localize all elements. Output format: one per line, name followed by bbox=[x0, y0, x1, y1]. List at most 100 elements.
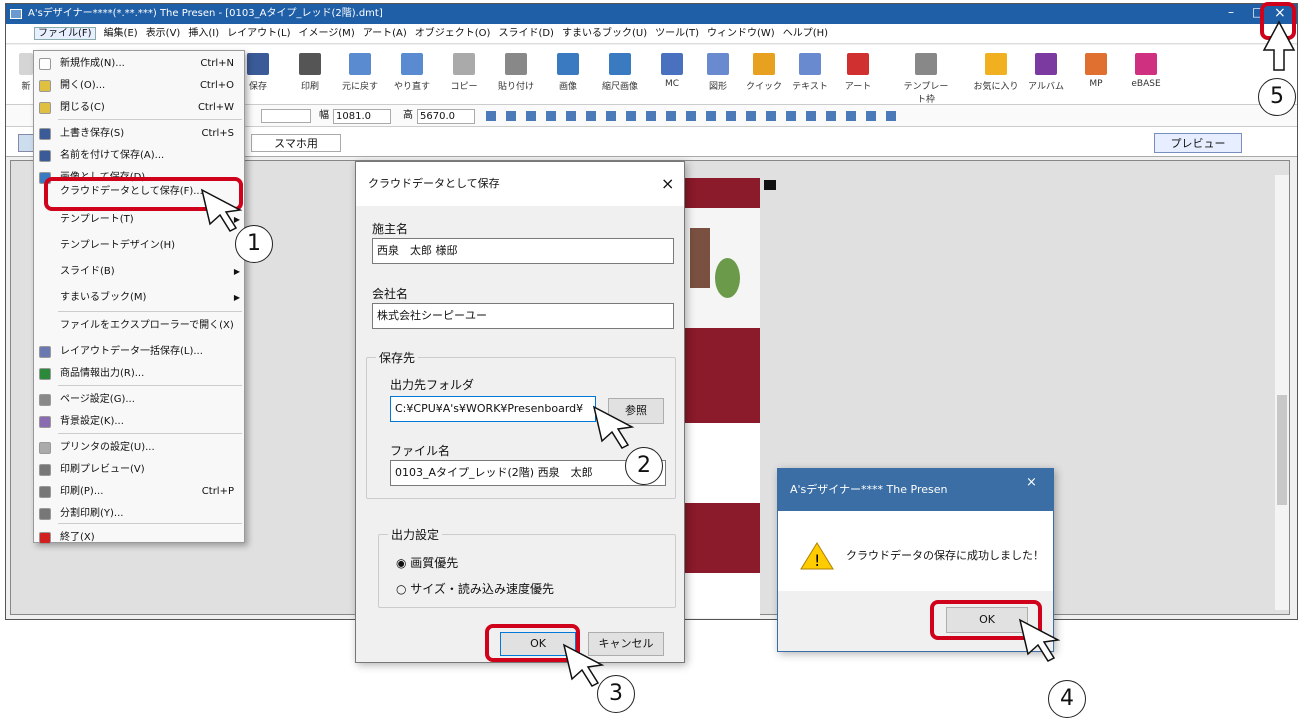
step-2-badge: 2 bbox=[625, 447, 663, 485]
toolbar-button-1[interactable]: 印刷 bbox=[286, 53, 334, 92]
menu-item-11[interactable]: ウィンドウ(W) bbox=[707, 28, 775, 39]
file-menu-shortcut-18: Ctrl+P bbox=[201, 486, 234, 497]
file-menu-label-20: 終了(X) bbox=[60, 532, 95, 543]
toolbar-icon-4 bbox=[453, 53, 475, 75]
toolbar-button-13[interactable]: テンプレート枠 bbox=[902, 53, 950, 105]
toolbar-icon-12 bbox=[847, 53, 869, 75]
detail-image bbox=[685, 573, 760, 618]
menu-item-5[interactable]: イメージ(M) bbox=[298, 28, 354, 39]
file-menu-item-10[interactable]: すまいるブック(M) ▶ bbox=[34, 287, 244, 309]
app-icon bbox=[10, 9, 22, 19]
menu-item-6[interactable]: アート(A) bbox=[363, 28, 407, 39]
title-bar: A'sデザイナー****(*.**.***) The Presen - [010… bbox=[6, 4, 1297, 24]
file-menu-item-2[interactable]: 閉じる(C) Ctrl+W bbox=[34, 97, 244, 119]
file-menu-item-12[interactable]: レイアウトデータ一括保存(L)... bbox=[34, 341, 244, 363]
step-4-badge: 4 bbox=[1048, 680, 1086, 718]
toolbar-button-6[interactable]: 画像 bbox=[544, 53, 592, 92]
file-menu-icon-12 bbox=[39, 346, 51, 358]
toolbar-button-9[interactable]: 図形 bbox=[694, 53, 742, 92]
menu-item-8[interactable]: スライド(D) bbox=[498, 28, 554, 39]
toolbar-label-1: 印刷 bbox=[300, 82, 319, 92]
toolbar-icon-11 bbox=[799, 53, 821, 75]
file-menu-icon-0 bbox=[39, 58, 51, 70]
toolbar-button-12[interactable]: アート bbox=[834, 53, 882, 92]
file-menu-item-11[interactable]: ファイルをエクスプローラーで開く(X) bbox=[34, 315, 244, 337]
file-menu-item-18[interactable]: 印刷(P)... Ctrl+P bbox=[34, 481, 244, 503]
file-menu-item-1[interactable]: 開く(O)... Ctrl+O bbox=[34, 75, 244, 97]
menu-item-9[interactable]: すまいるブック(U) bbox=[562, 28, 647, 39]
toolbar-button-17[interactable]: eBASE bbox=[1122, 53, 1170, 89]
file-menu-item-16[interactable]: プリンタの設定(U)... bbox=[34, 437, 244, 459]
toolbar-icon-7 bbox=[609, 53, 631, 75]
scroll-marker bbox=[764, 180, 776, 190]
menu-item-7[interactable]: オブジェクト(O) bbox=[415, 28, 491, 39]
toolbar-button-16[interactable]: MP bbox=[1072, 53, 1120, 89]
file-menu-icon-15 bbox=[39, 416, 51, 428]
file-menu-label-13: 商品情報出力(R)... bbox=[60, 368, 145, 379]
file-menu-icon-4 bbox=[39, 150, 51, 162]
filename-label: ファイル名 bbox=[390, 444, 451, 458]
file-menu-label-15: 背景設定(K)... bbox=[60, 416, 124, 427]
toolbar-button-8[interactable]: MC bbox=[648, 53, 696, 89]
folder-input[interactable]: C:¥CPU¥A's¥WORK¥Presenboard¥ bbox=[390, 396, 596, 422]
file-menu-label-16: プリンタの設定(U)... bbox=[60, 442, 155, 453]
file-menu-label-14: ページ設定(G)... bbox=[60, 394, 135, 405]
file-menu-item-0[interactable]: 新規作成(N)... Ctrl+N bbox=[34, 53, 244, 75]
toolbar-button-4[interactable]: コピー bbox=[440, 53, 488, 92]
menu-item-12[interactable]: ヘルプ(H) bbox=[783, 28, 828, 39]
toolbar-button-10[interactable]: クイック bbox=[740, 53, 788, 92]
toolbar-icon-13 bbox=[915, 53, 937, 75]
preview-button[interactable]: プレビュー bbox=[1154, 133, 1242, 153]
cursor-arrow-5 bbox=[1262, 20, 1296, 71]
toolbar-icon-14 bbox=[985, 53, 1007, 75]
success-close-icon[interactable]: × bbox=[1026, 475, 1037, 490]
scrollbar-thumb[interactable] bbox=[1277, 395, 1287, 505]
house-wall bbox=[690, 228, 710, 288]
toolbar-button-14[interactable]: お気に入り bbox=[972, 53, 1020, 92]
owner-input[interactable]: 西泉 太郎 様邸 bbox=[372, 238, 674, 264]
height-input[interactable]: 5670.0 bbox=[417, 109, 475, 124]
cursor-arrow-4 bbox=[1018, 618, 1061, 662]
file-menu-item-9[interactable]: スライド(B) ▶ bbox=[34, 261, 244, 283]
file-menu-item-19[interactable]: 分割印刷(Y)... bbox=[34, 503, 244, 525]
file-menu-item-13[interactable]: 商品情報出力(R)... bbox=[34, 363, 244, 385]
folder-label: 出力先フォルダ bbox=[390, 378, 475, 392]
toolbar-button-15[interactable]: アルバム bbox=[1022, 53, 1070, 92]
file-menu-item-3[interactable]: 上書き保存(S) Ctrl+S bbox=[34, 123, 244, 145]
menu-item-0[interactable]: ファイル(F) bbox=[34, 27, 96, 40]
toolbar-button-5[interactable]: 貼り付け bbox=[492, 53, 540, 92]
radio-speed[interactable]: ○ サイズ・読み込み速度優先 bbox=[396, 580, 554, 597]
file-menu-item-20[interactable]: 終了(X) bbox=[34, 527, 244, 549]
company-label: 会社名 bbox=[372, 287, 409, 301]
toolbar-button-2[interactable]: 元に戻す bbox=[336, 53, 384, 92]
file-menu-item-17[interactable]: 印刷プレビュー(V) bbox=[34, 459, 244, 481]
vertical-scrollbar[interactable] bbox=[1275, 175, 1289, 610]
menu-item-10[interactable]: ツール(T) bbox=[655, 28, 699, 39]
menu-item-2[interactable]: 表示(V) bbox=[146, 28, 181, 39]
menu-item-4[interactable]: レイアウト(L) bbox=[227, 28, 290, 39]
file-menu-item-14[interactable]: ページ設定(G)... bbox=[34, 389, 244, 411]
style-select[interactable] bbox=[261, 109, 311, 123]
tab-smartphone[interactable]: スマホ用 bbox=[251, 134, 341, 152]
dialog-close-icon[interactable]: × bbox=[661, 174, 674, 193]
menu-item-1[interactable]: 編集(E) bbox=[104, 28, 138, 39]
file-menu-label-11: ファイルをエクスプローラーで開く(X) bbox=[60, 320, 234, 331]
file-menu-item-8[interactable]: テンプレートデザイン(H) bbox=[34, 235, 244, 257]
file-menu-icon-1 bbox=[39, 80, 51, 92]
file-menu-label-9: スライド(B) bbox=[60, 266, 115, 277]
toolbar-button-11[interactable]: テキスト bbox=[786, 53, 834, 92]
menu-item-3[interactable]: 挿入(I) bbox=[188, 28, 219, 39]
minimize-button[interactable]: – bbox=[1228, 5, 1234, 19]
toolbar-label-13: テンプレート枠 bbox=[903, 82, 949, 105]
tree-image bbox=[715, 258, 740, 298]
file-menu-item-15[interactable]: 背景設定(K)... bbox=[34, 411, 244, 433]
toolbar-button-7[interactable]: 縮尺画像 bbox=[596, 53, 644, 92]
file-menu-label-0: 新規作成(N)... bbox=[60, 58, 125, 69]
toolbar-button-3[interactable]: やり直す bbox=[388, 53, 436, 92]
width-input[interactable]: 1081.0 bbox=[333, 109, 391, 124]
alignment-tools[interactable] bbox=[486, 111, 906, 121]
radio-quality[interactable]: ◉ 画質優先 bbox=[396, 554, 458, 571]
company-input[interactable]: 株式会社シーピーユー bbox=[372, 303, 674, 329]
file-menu-item-4[interactable]: 名前を付けて保存(A)... bbox=[34, 145, 244, 167]
toolbar-label-4: コピー bbox=[450, 82, 478, 92]
